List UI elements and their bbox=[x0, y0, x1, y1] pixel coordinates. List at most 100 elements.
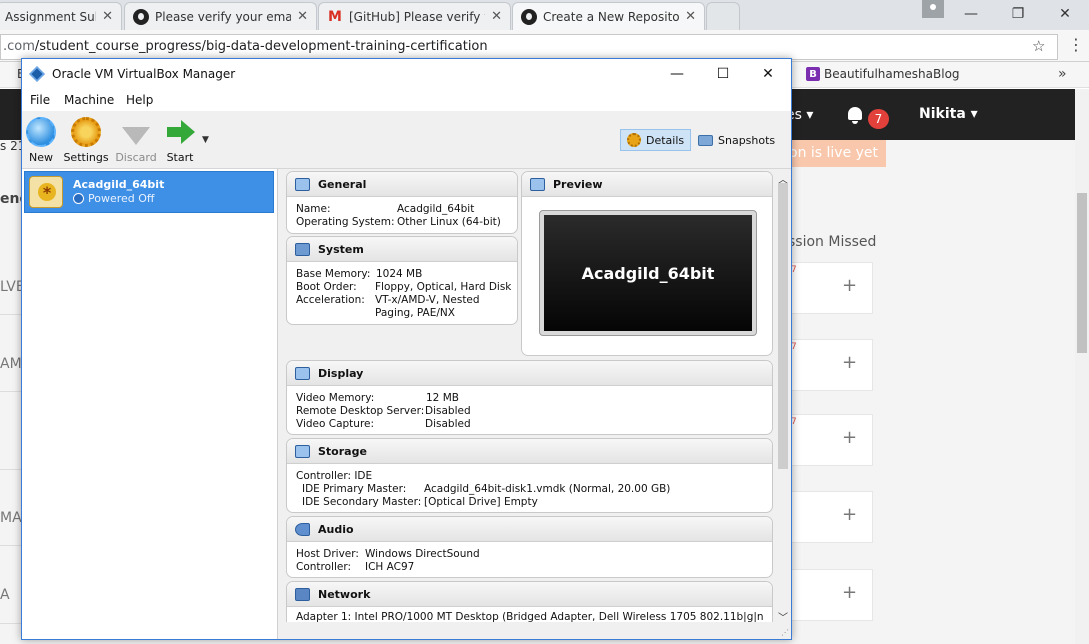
start-dropdown-icon[interactable]: ▼ bbox=[202, 135, 209, 145]
system-header[interactable]: System bbox=[287, 237, 517, 262]
tab-label: [GitHub] Please verify yo bbox=[349, 9, 486, 24]
detail-key: Operating System: bbox=[296, 216, 395, 228]
session-card[interactable]: 7 + bbox=[786, 262, 873, 314]
detail-key: Acceleration: bbox=[296, 294, 365, 306]
plus-icon[interactable]: + bbox=[842, 427, 857, 448]
minimize-icon[interactable]: — bbox=[654, 59, 700, 89]
left-fragment: MA bbox=[0, 510, 22, 526]
preview-header[interactable]: Preview bbox=[522, 172, 772, 197]
toolbar: New Settings Discard Start ▼ Details Sna… bbox=[22, 111, 791, 169]
restore-icon[interactable]: ❐ bbox=[996, 0, 1040, 28]
storage-panel: Storage Controller: IDE IDE Primary Mast… bbox=[286, 438, 773, 513]
display-header[interactable]: Display bbox=[287, 361, 772, 386]
bookmark-item[interactable]: B BeautifulhameshaBlog bbox=[806, 67, 960, 81]
bell-icon[interactable] bbox=[846, 107, 864, 124]
close-icon[interactable]: ✕ bbox=[102, 9, 113, 24]
page-scrollbar-thumb[interactable] bbox=[1077, 193, 1087, 353]
details-scrollbar-thumb[interactable] bbox=[778, 183, 788, 469]
new-machine-icon bbox=[26, 117, 56, 147]
resize-grip-icon[interactable]: ⋰ bbox=[781, 628, 789, 637]
detail-value: Windows DirectSound bbox=[365, 548, 480, 560]
browser-tab-assignment[interactable]: Assignment Subr ✕ bbox=[0, 2, 122, 30]
session-card[interactable]: + bbox=[786, 491, 873, 543]
power-off-icon bbox=[73, 193, 84, 204]
plus-icon[interactable]: + bbox=[842, 504, 857, 525]
close-icon[interactable]: ✕ bbox=[685, 9, 696, 24]
divider bbox=[0, 623, 22, 624]
vm-name: Acadgild_64bit bbox=[73, 178, 165, 191]
section-heading: ssion Missed bbox=[788, 234, 877, 250]
detail-value: ICH AC97 bbox=[365, 561, 415, 573]
minimize-icon[interactable]: — bbox=[949, 0, 993, 28]
close-window-icon[interactable]: ✕ bbox=[1043, 0, 1087, 28]
storage-icon bbox=[295, 444, 310, 458]
session-card[interactable]: + bbox=[786, 569, 873, 621]
speaker-icon bbox=[295, 522, 310, 536]
divider bbox=[0, 314, 22, 315]
display-title: Display bbox=[318, 366, 364, 380]
bookmark-star-icon[interactable]: ☆ bbox=[1032, 37, 1045, 55]
start-button[interactable]: Start bbox=[155, 117, 205, 164]
storage-title: Storage bbox=[318, 444, 367, 458]
menu-help[interactable]: Help bbox=[126, 93, 153, 107]
browser-tab-verify-email[interactable]: Please verify your email a ✕ bbox=[124, 2, 317, 30]
preview-panel: Preview Acadgild_64bit bbox=[521, 171, 773, 356]
detail-key: Name: bbox=[296, 203, 331, 215]
profile-icon[interactable] bbox=[922, 0, 944, 18]
chevron-double-right-icon[interactable]: » bbox=[1058, 66, 1067, 82]
session-card[interactable]: 7 + bbox=[786, 414, 873, 466]
storage-header[interactable]: Storage bbox=[287, 439, 772, 464]
vm-list-item[interactable]: * Acadgild_64bit Powered Off bbox=[24, 171, 274, 213]
monitor-icon bbox=[295, 177, 310, 191]
bookmark-label: BeautifulhameshaBlog bbox=[824, 67, 960, 81]
github-icon bbox=[521, 8, 537, 25]
preview-title: Preview bbox=[553, 177, 603, 191]
gear-icon bbox=[71, 117, 101, 147]
new-button[interactable]: New bbox=[16, 117, 66, 164]
plus-icon[interactable]: + bbox=[842, 275, 857, 296]
new-tab-button[interactable] bbox=[706, 2, 740, 30]
plus-icon[interactable]: + bbox=[842, 352, 857, 373]
menu-file[interactable]: File bbox=[30, 93, 50, 107]
detail-value: [Optical Drive] Empty bbox=[424, 496, 538, 508]
discard-button[interactable]: Discard bbox=[111, 117, 161, 164]
url-domain: .com bbox=[3, 39, 35, 54]
close-icon[interactable]: ✕ bbox=[297, 9, 308, 24]
user-menu[interactable]: Nikita ▾ bbox=[919, 106, 978, 122]
general-panel: General Name: Acadgild_64bit Operating Sy… bbox=[286, 171, 518, 234]
page-scrollbar[interactable] bbox=[1075, 89, 1089, 644]
close-icon[interactable]: ✕ bbox=[491, 9, 502, 24]
close-icon[interactable]: ✕ bbox=[745, 59, 791, 89]
gmail-icon: M bbox=[328, 8, 342, 25]
browser-tab-gmail[interactable]: M [GitHub] Please verify yo ✕ bbox=[318, 2, 511, 30]
details-scrollbar[interactable]: ︿ ﹀ bbox=[775, 169, 791, 624]
snapshots-toggle[interactable]: Snapshots bbox=[692, 129, 781, 151]
preview-vm-name: Acadgild_64bit bbox=[544, 215, 752, 331]
details-toggle[interactable]: Details bbox=[620, 129, 692, 151]
storage-controller: Controller: IDE bbox=[296, 470, 373, 482]
detail-value: Disabled bbox=[425, 418, 471, 430]
menu-machine[interactable]: Machine bbox=[64, 93, 114, 107]
detail-key: Base Memory: bbox=[296, 268, 371, 280]
divider bbox=[0, 545, 22, 546]
url-path: /student_course_progress/big-data-develo… bbox=[34, 39, 488, 54]
divider bbox=[0, 469, 22, 470]
start-arrow-icon bbox=[165, 117, 195, 147]
general-header[interactable]: General bbox=[287, 172, 517, 197]
url-input[interactable]: .com/student_course_progress/big-data-de… bbox=[0, 34, 1058, 60]
discard-arrow-icon bbox=[121, 117, 151, 147]
tab-label: Please verify your email a bbox=[155, 9, 291, 24]
browser-menu-icon[interactable]: ⋮ bbox=[1068, 35, 1084, 54]
left-fragment: A bbox=[0, 587, 10, 603]
display-panel: Display Video Memory: 12 MB Remote Deskto… bbox=[286, 360, 773, 435]
maximize-icon[interactable]: ☐ bbox=[700, 59, 746, 89]
audio-header[interactable]: Audio bbox=[287, 517, 772, 542]
plus-icon[interactable]: + bbox=[842, 582, 857, 603]
browser-tab-create-repo[interactable]: Create a New Repository ✕ bbox=[512, 2, 705, 30]
window-titlebar[interactable]: Oracle VM VirtualBox Manager — ☐ ✕ bbox=[22, 59, 791, 89]
session-card[interactable]: 7 + bbox=[786, 339, 873, 391]
settings-button[interactable]: Settings bbox=[61, 117, 111, 164]
network-header[interactable]: Network bbox=[287, 582, 772, 607]
detail-key: Boot Order: bbox=[296, 281, 357, 293]
audio-title: Audio bbox=[318, 522, 354, 536]
